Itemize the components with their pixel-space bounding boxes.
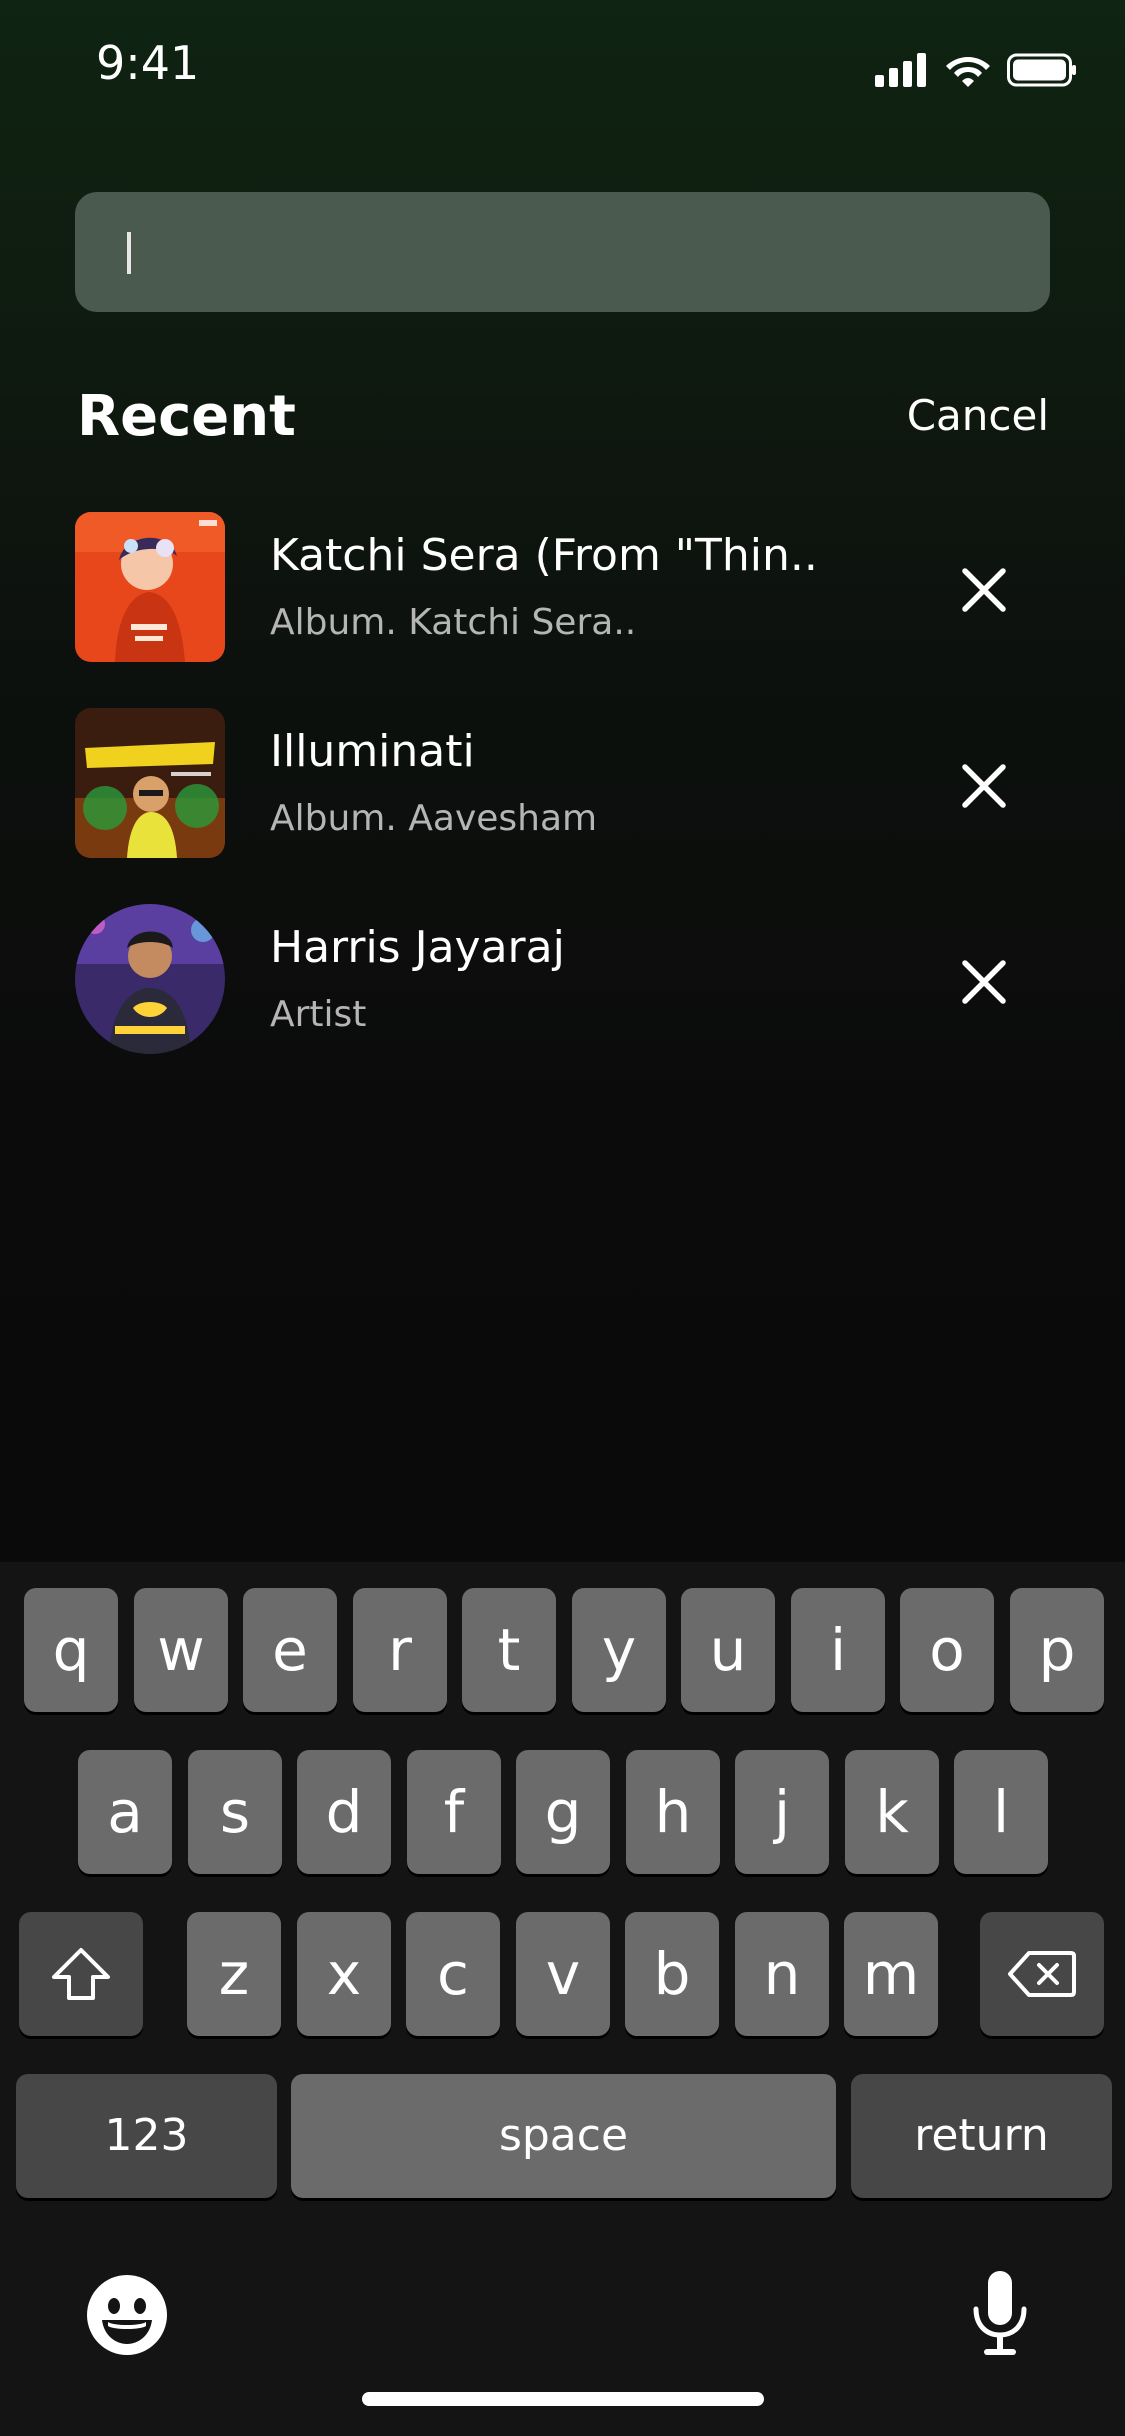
search-input[interactable] — [135, 192, 1019, 314]
key-label: o — [929, 1616, 965, 1684]
backspace-icon — [1008, 1951, 1076, 1997]
key-c[interactable]: c — [406, 1912, 500, 2036]
key-m[interactable]: m — [844, 1912, 938, 2036]
key-label: c — [437, 1940, 469, 2008]
remove-recent-button[interactable] — [946, 944, 1022, 1020]
key-label: v — [545, 1940, 581, 2008]
wifi-icon — [946, 57, 990, 87]
remove-recent-button[interactable] — [946, 552, 1022, 628]
key-label: w — [157, 1616, 205, 1684]
key-p[interactable]: p — [1010, 1588, 1104, 1712]
key-n[interactable]: n — [735, 1912, 829, 2036]
key-label: q — [52, 1616, 90, 1684]
key-d[interactable]: d — [297, 1750, 391, 1874]
return-key[interactable]: return — [851, 2074, 1112, 2198]
battery-icon — [1007, 53, 1076, 87]
space-key[interactable]: space — [291, 2074, 836, 2198]
key-label: space — [498, 2110, 629, 2161]
item-title: Illuminati — [270, 726, 475, 777]
aavesham-album-art — [75, 708, 225, 858]
close-icon — [962, 764, 1006, 808]
key-label: n — [763, 1940, 801, 2008]
key-f[interactable]: f — [407, 1750, 501, 1874]
key-l[interactable]: l — [954, 1750, 1048, 1874]
key-k[interactable]: k — [845, 1750, 939, 1874]
key-label: z — [218, 1940, 250, 2008]
text-caret — [127, 232, 131, 274]
numbers-key[interactable]: 123 — [16, 2074, 277, 2198]
home-indicator — [362, 2392, 764, 2406]
katchi-sera-album-art — [75, 512, 225, 662]
microphone-icon[interactable] — [970, 2269, 1030, 2359]
key-b[interactable]: b — [625, 1912, 719, 2036]
shift-key[interactable] — [19, 1912, 143, 2036]
key-label: m — [862, 1940, 920, 2008]
status-icons — [875, 50, 1077, 90]
key-label: j — [773, 1778, 791, 1846]
key-g[interactable]: g — [516, 1750, 610, 1874]
key-label: k — [875, 1778, 909, 1846]
key-label: y — [601, 1616, 637, 1684]
key-i[interactable]: i — [791, 1588, 885, 1712]
key-label: return — [914, 2110, 1049, 2161]
close-icon — [962, 960, 1006, 1004]
key-label: b — [653, 1940, 691, 2008]
recent-heading: Recent — [77, 384, 296, 449]
key-label: h — [654, 1778, 692, 1846]
search-screen: 9:41 Recent Cancel Katchi Sera (From "Th… — [0, 0, 1125, 2436]
key-label: l — [992, 1778, 1010, 1846]
item-subtitle: Album. Aavesham — [270, 798, 598, 839]
key-w[interactable]: w — [134, 1588, 228, 1712]
key-label: f — [443, 1778, 465, 1846]
item-subtitle: Artist — [270, 994, 367, 1035]
key-s[interactable]: s — [188, 1750, 282, 1874]
key-label: r — [388, 1616, 412, 1684]
key-q[interactable]: q — [24, 1588, 118, 1712]
list-item[interactable]: Harris Jayaraj Artist — [0, 902, 1125, 1054]
key-x[interactable]: x — [297, 1912, 391, 2036]
cellular-signal-icon — [875, 53, 926, 87]
key-label: u — [709, 1616, 747, 1684]
search-field[interactable] — [75, 192, 1050, 314]
status-time: 9:41 — [96, 36, 200, 90]
key-label: a — [107, 1778, 143, 1846]
key-e[interactable]: e — [243, 1588, 337, 1712]
harris-jayaraj-artist-photo — [75, 904, 225, 1054]
key-label: i — [829, 1616, 847, 1684]
list-item[interactable]: Katchi Sera (From "Thin.. Album. Katchi … — [0, 510, 1125, 662]
key-z[interactable]: z — [187, 1912, 281, 2036]
emoji-icon[interactable] — [86, 2274, 168, 2356]
key-y[interactable]: y — [572, 1588, 666, 1712]
key-v[interactable]: v — [516, 1912, 610, 2036]
key-u[interactable]: u — [681, 1588, 775, 1712]
key-label: 123 — [104, 2110, 189, 2161]
list-item[interactable]: Illuminati Album. Aavesham — [0, 706, 1125, 858]
key-a[interactable]: a — [78, 1750, 172, 1874]
key-r[interactable]: r — [353, 1588, 447, 1712]
item-title: Katchi Sera (From "Thin.. — [270, 530, 818, 581]
close-icon — [962, 568, 1006, 612]
item-title: Harris Jayaraj — [270, 922, 565, 973]
key-label: x — [326, 1940, 362, 2008]
shift-icon — [52, 1948, 110, 2000]
key-label: p — [1038, 1616, 1076, 1684]
key-label: s — [219, 1778, 251, 1846]
key-label: d — [325, 1778, 363, 1846]
backspace-key[interactable] — [980, 1912, 1104, 2036]
item-subtitle: Album. Katchi Sera.. — [270, 602, 637, 643]
key-label: t — [497, 1616, 521, 1684]
key-h[interactable]: h — [626, 1750, 720, 1874]
key-j[interactable]: j — [735, 1750, 829, 1874]
keyboard: q w e r t y u i o p a s d f g h j k l z … — [0, 1562, 1125, 2436]
key-o[interactable]: o — [900, 1588, 994, 1712]
cancel-button[interactable]: Cancel — [907, 391, 1049, 440]
key-t[interactable]: t — [462, 1588, 556, 1712]
remove-recent-button[interactable] — [946, 748, 1022, 824]
key-label: e — [272, 1616, 308, 1684]
key-label: g — [544, 1778, 582, 1846]
